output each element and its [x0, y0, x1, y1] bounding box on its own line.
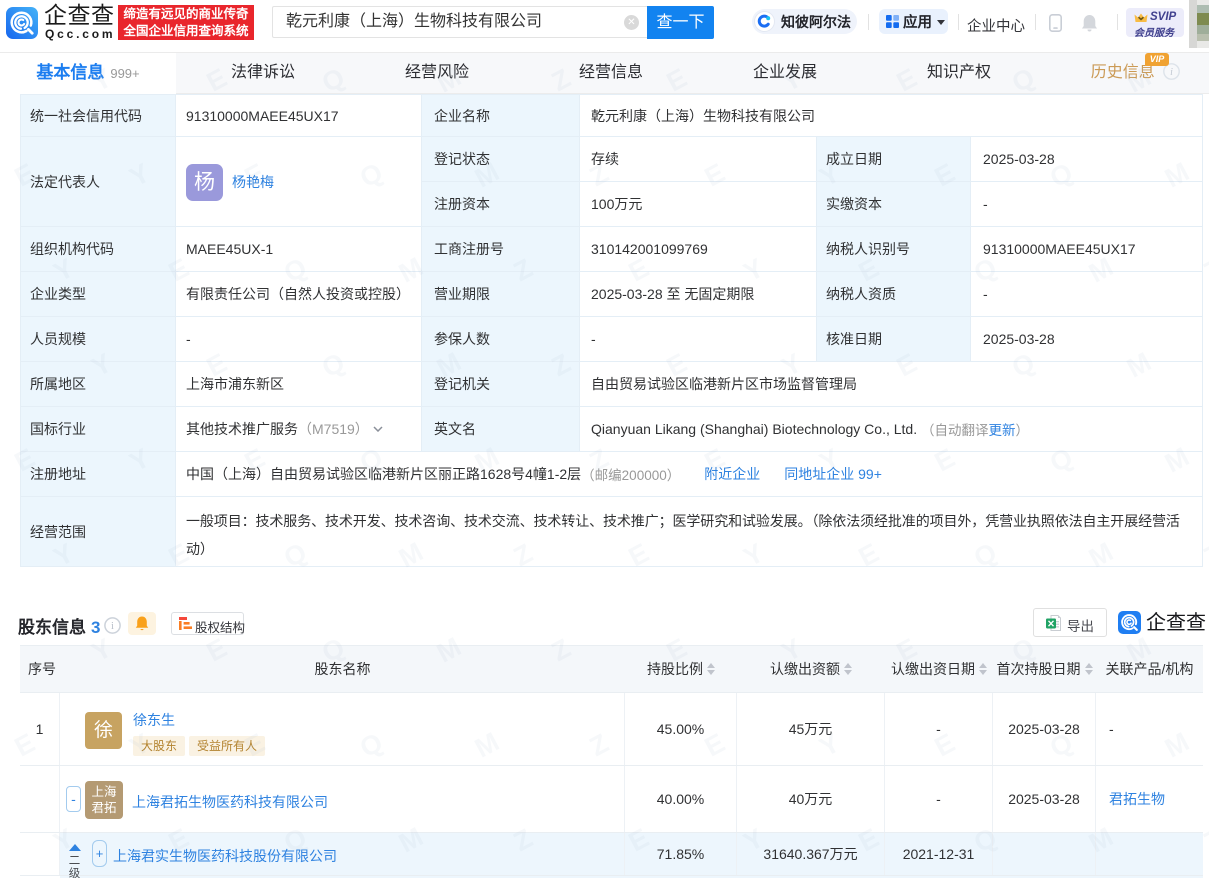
- svg-text:i: i: [1170, 67, 1173, 78]
- svg-text:i: i: [111, 621, 114, 632]
